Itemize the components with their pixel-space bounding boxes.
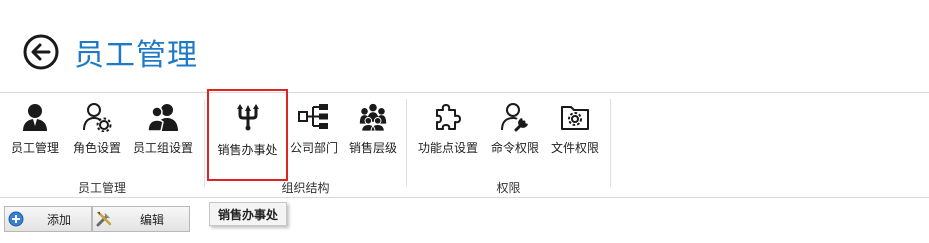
- ribbon-group-label: 员工管理: [77, 181, 126, 195]
- plus-circle-icon: [5, 211, 27, 227]
- ribbon-button-group-settings[interactable]: 员工组设置: [130, 99, 196, 165]
- ribbon-button-label: 命令权限: [490, 141, 539, 155]
- user-wrench-icon: [499, 101, 531, 133]
- ribbon-group-employee: 员工管理 角色设置 员工组设置 员工管理: [0, 93, 204, 197]
- tools-icon: [93, 210, 115, 228]
- group-divider: [610, 99, 611, 187]
- add-button[interactable]: 添加: [4, 206, 92, 232]
- sales-office-icon: [232, 101, 264, 133]
- puzzle-icon: [432, 101, 464, 133]
- folder-gear-icon: [559, 101, 591, 133]
- employee-icon: [19, 101, 51, 133]
- ribbon-button-label: 功能点设置: [417, 141, 478, 155]
- ribbon-button-label: 员工组设置: [132, 141, 193, 155]
- ribbon-button-company-departments[interactable]: 公司部门: [287, 99, 341, 165]
- ribbon-button-file-permissions[interactable]: 文件权限: [547, 99, 603, 165]
- ribbon-button-label: 公司部门: [289, 141, 338, 155]
- ribbon-group-label: 权限: [496, 181, 521, 195]
- ribbon-group-organization: 销售办事处 公司部门 销售层级 组织结构: [205, 89, 406, 197]
- ribbon-button-label: 销售层级: [348, 141, 397, 155]
- ribbon: 员工管理 角色设置 员工组设置 员工管理 销售办事处 公司部门 销售层级 组织结…: [0, 89, 929, 198]
- ribbon-button-sales-hierarchy[interactable]: 销售层级: [345, 99, 401, 165]
- edit-button[interactable]: 编辑: [92, 206, 190, 232]
- tooltip: 销售办事处: [209, 202, 288, 226]
- action-toolbar: 添加 编辑: [4, 206, 190, 234]
- back-arrow-icon: [23, 34, 59, 70]
- add-button-label: 添加: [46, 212, 71, 227]
- ribbon-button-label: 文件权限: [550, 141, 599, 155]
- user-group-icon: [147, 101, 179, 133]
- ribbon-button-label: 角色设置: [72, 141, 121, 155]
- page-header: 员工管理: [22, 30, 198, 74]
- sales-hierarchy-icon: [357, 101, 389, 133]
- ribbon-button-label: 员工管理: [10, 141, 59, 155]
- back-button[interactable]: [22, 33, 60, 71]
- ribbon-button-sales-office[interactable]: 销售办事处: [207, 89, 288, 181]
- ribbon-button-role-settings[interactable]: 角色设置: [68, 99, 126, 165]
- org-chart-icon: [298, 101, 330, 133]
- ribbon-button-feature-settings[interactable]: 功能点设置: [413, 99, 483, 165]
- ribbon-button-employee-management[interactable]: 员工管理: [6, 99, 64, 165]
- ribbon-button-label: 销售办事处: [217, 143, 278, 157]
- role-settings-icon: [81, 101, 113, 133]
- page-title: 员工管理: [74, 38, 198, 73]
- edit-button-label: 编辑: [139, 212, 164, 227]
- ribbon-group-permissions: 功能点设置 命令权限 文件权限 权限: [407, 93, 610, 197]
- ribbon-button-command-permissions[interactable]: 命令权限: [487, 99, 543, 165]
- ribbon-group-label: 组织结构: [281, 181, 330, 195]
